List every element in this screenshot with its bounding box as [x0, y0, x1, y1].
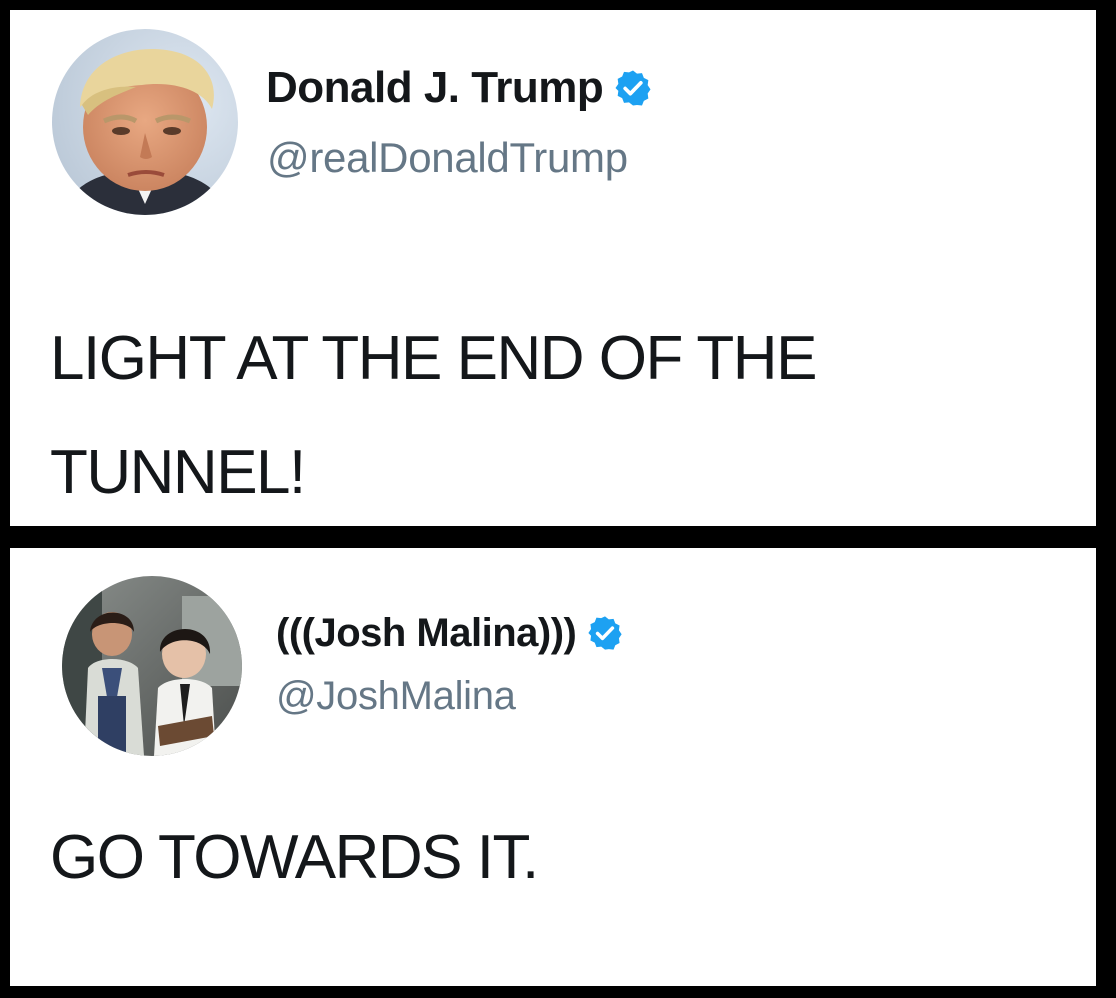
verified-badge-icon: [586, 614, 624, 652]
handle[interactable]: @realDonaldTrump: [267, 134, 628, 182]
tweet-card: Donald J. Trump @realDonaldTrump LIGHT A…: [10, 10, 1096, 526]
verified-badge-icon: [613, 68, 653, 108]
tweet-screenshot-collage: Donald J. Trump @realDonaldTrump LIGHT A…: [0, 0, 1116, 998]
avatar[interactable]: [62, 576, 242, 756]
avatar-photo: [62, 576, 242, 756]
author-name-row: (((Josh Malina))): [276, 608, 624, 658]
display-name[interactable]: Donald J. Trump: [266, 63, 604, 113]
author-name-row: Donald J. Trump: [266, 60, 653, 116]
display-name[interactable]: (((Josh Malina))): [276, 611, 577, 656]
tweet-text: GO TOWARDS IT.: [50, 823, 539, 892]
handle[interactable]: @JoshMalina: [276, 674, 516, 719]
avatar-photo: [52, 29, 238, 215]
tweet-card: (((Josh Malina))) @JoshMalina GO TOWARDS…: [10, 548, 1096, 986]
avatar[interactable]: [52, 29, 238, 215]
tweet-text: LIGHT AT THE END OF THE TUNNEL!: [50, 324, 817, 507]
